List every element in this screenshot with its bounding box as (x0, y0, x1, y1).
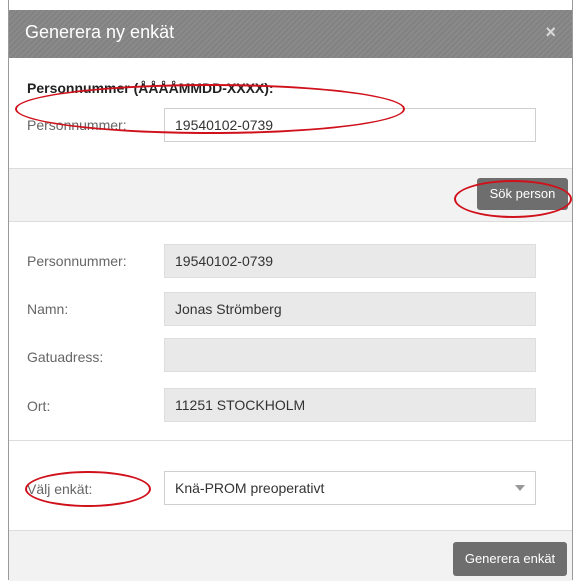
search-personnummer-label: Personnummer: (27, 117, 127, 133)
generate-survey-dialog: Generera ny enkät × Personnummer (ÅÅÅÅMM… (8, 0, 573, 581)
close-icon[interactable]: × (545, 22, 556, 43)
dialog-titlebar: Generera ny enkät × (9, 10, 572, 58)
search-section: Personnummer (ÅÅÅÅMMDD-XXXX): Personnumm… (9, 58, 572, 169)
generate-survey-button[interactable]: Generera enkät (453, 542, 567, 576)
chevron-down-icon (515, 485, 525, 491)
ort-label: Ort: (27, 398, 51, 414)
search-action-bar: Sök person (9, 169, 572, 222)
search-person-button[interactable]: Sök person (477, 178, 568, 210)
namn-label: Namn: (27, 301, 69, 317)
person-details-section: Personnummer: 19540102-0739 Namn: Jonas … (9, 222, 572, 440)
dialog-title: Generera ny enkät (25, 22, 175, 42)
personnummer-field: 19540102-0739 (164, 244, 536, 278)
survey-select-value: Knä-PROM preoperativt (175, 480, 325, 496)
search-personnummer-input[interactable]: 19540102-0739 (164, 108, 536, 142)
survey-select[interactable]: Knä-PROM preoperativt (164, 471, 536, 505)
survey-select-label: Välj enkät: (27, 481, 93, 497)
personnummer-label: Personnummer: (27, 253, 127, 269)
namn-field: Jonas Strömberg (164, 292, 536, 326)
section-divider (9, 440, 572, 441)
personnummer-format-heading: Personnummer (ÅÅÅÅMMDD-XXXX): (27, 80, 274, 96)
ort-field: 11251 STOCKHOLM (164, 388, 536, 422)
footer-bar: Generera enkät (9, 530, 572, 581)
gatuadress-label: Gatuadress: (27, 349, 104, 365)
gatuadress-field (164, 338, 536, 372)
